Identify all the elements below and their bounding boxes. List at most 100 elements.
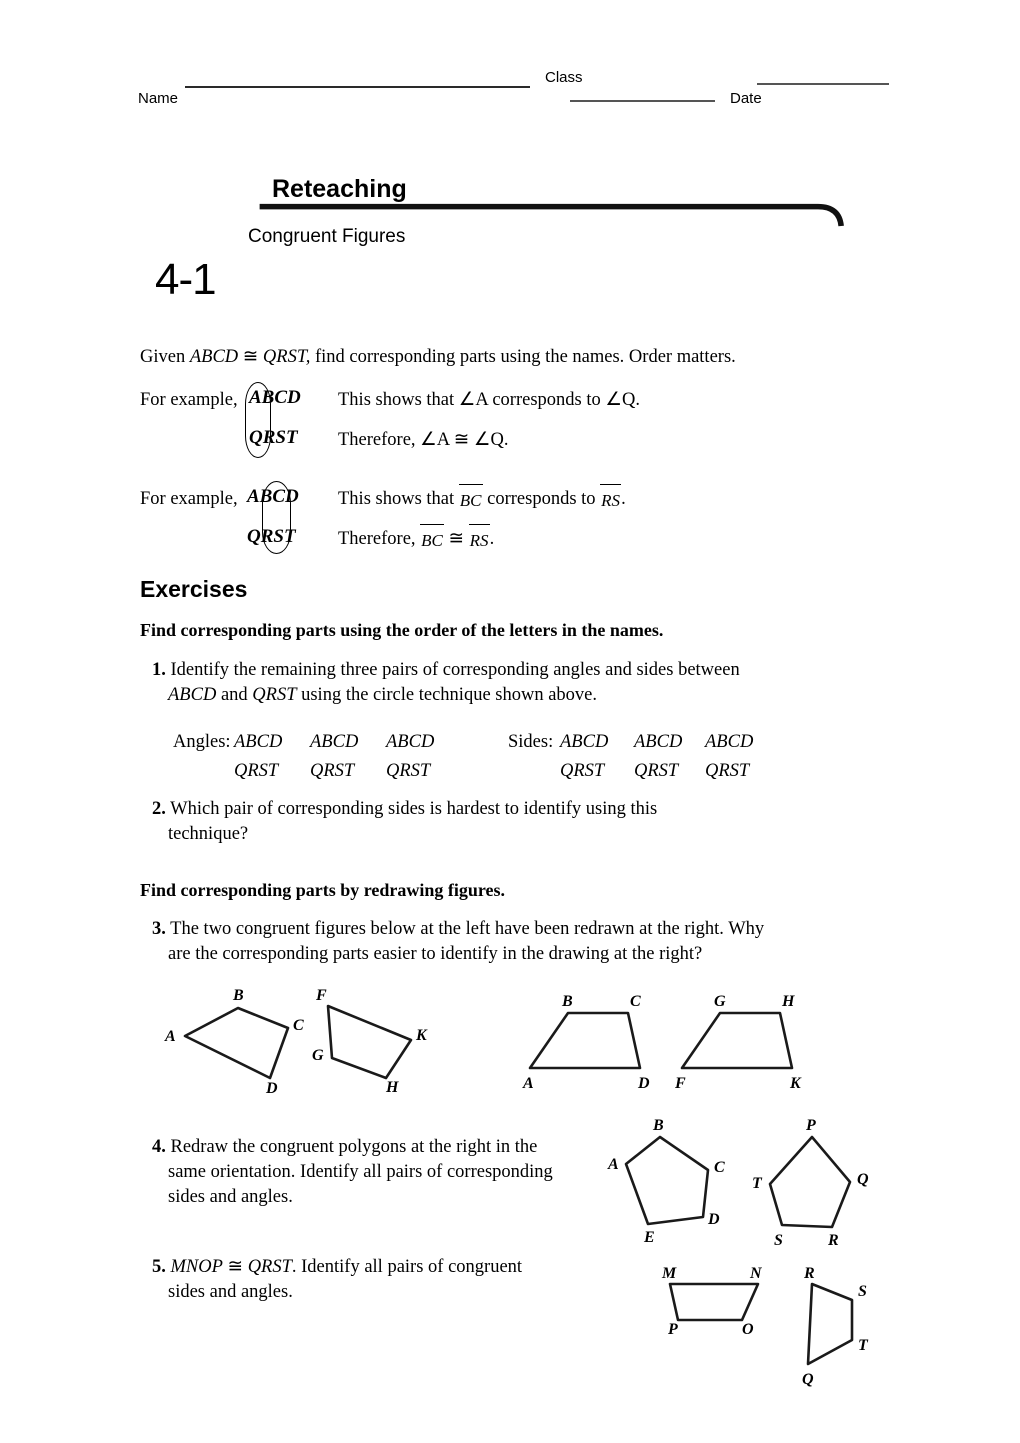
question-4: 4. Redraw the congruent polygons at the … — [152, 1135, 582, 1160]
ex2-therefore-pre: Therefore, — [338, 529, 421, 549]
question-5: 5. MNOP ≅ QRST. Identify all pairs of co… — [152, 1255, 582, 1280]
q4-line-1: Redraw the congruent polygons at the rig… — [170, 1137, 538, 1157]
angles-bottom-1[interactable]: QRST — [234, 759, 278, 784]
question-3-line-2: are the corresponding parts easier to id… — [168, 944, 703, 964]
question-1: 1. Identify the remaining three pairs of… — [152, 658, 852, 683]
vertex-label: D — [707, 1211, 720, 1228]
vertex-label: O — [742, 1321, 754, 1338]
q1-figure-2: QRST — [252, 685, 297, 705]
question-5-line-2: sides and angles. — [168, 1282, 293, 1302]
vertex-label: H — [781, 993, 795, 1010]
name-field-line[interactable] — [185, 86, 530, 88]
sides-bottom-2[interactable]: QRST — [634, 759, 678, 784]
angles-top-1[interactable]: ABCD — [234, 730, 282, 755]
angles-label: Angles: — [173, 732, 231, 752]
sides-top-1[interactable]: ABCD — [560, 730, 608, 755]
page-header: Name Class Date — [0, 0, 1020, 120]
q5-line-1-post: . Identify all pairs of congruent — [291, 1257, 523, 1277]
sides-top-3[interactable]: ABCD — [705, 730, 753, 755]
intro-pre: Given — [140, 347, 190, 367]
vertex-label: F — [315, 987, 327, 1004]
intro-post: find corresponding parts using the names… — [310, 347, 736, 367]
ex1-angle-1: ∠A — [458, 390, 488, 410]
vertex-label: R — [803, 1265, 815, 1282]
figure-q3-right-fghk: F G H K — [674, 993, 802, 1092]
question-2: 2. Which pair of corresponding sides is … — [152, 797, 852, 822]
vertex-label: R — [827, 1232, 839, 1249]
example2-circle-annotation — [262, 481, 291, 554]
vertex-label: C — [293, 1017, 304, 1034]
vertex-label: Q — [857, 1171, 869, 1188]
title-rule — [259, 203, 844, 227]
ex1-therefore-end: . — [503, 430, 509, 450]
example1-lead: For example, — [140, 390, 238, 410]
vertex-label: D — [265, 1080, 278, 1097]
exercises-heading: Exercises — [140, 576, 248, 602]
ex2-therefore-cong: ≅ — [443, 529, 469, 549]
figure-q4-pentagon-abcde: A B C D E — [607, 1117, 725, 1246]
q3-line-1: The two congruent figures below at the l… — [170, 919, 765, 939]
angles-top-3[interactable]: ABCD — [386, 730, 434, 755]
angles-bottom-3[interactable]: QRST — [386, 759, 430, 784]
sides-top-2[interactable]: ABCD — [634, 730, 682, 755]
direction-line-1: Find corresponding parts using the order… — [140, 620, 664, 640]
example1-circle-annotation — [245, 382, 271, 458]
vertex-label: T — [752, 1175, 763, 1192]
figure-q3-left-abcd: A B C D — [164, 987, 304, 1097]
ex2-therefore-segment-2: RS — [468, 524, 490, 553]
vertex-label: S — [858, 1283, 867, 1300]
vertex-label: F — [674, 1075, 686, 1092]
vertex-label: E — [643, 1229, 655, 1246]
date-field-line[interactable] — [757, 83, 889, 85]
ex1-therefore-angle-1: ∠A — [420, 430, 450, 450]
sides-bottom-3[interactable]: QRST — [705, 759, 749, 784]
vertex-label: G — [312, 1047, 324, 1064]
vertex-label: G — [714, 993, 726, 1010]
lesson-number: 4-1 — [155, 255, 217, 304]
q5-figure-1: MNOP — [170, 1257, 223, 1277]
direction-line-2: Find corresponding parts by redrawing fi… — [140, 880, 506, 900]
angles-bottom-2[interactable]: QRST — [310, 759, 354, 784]
ex1-shows-end: . — [635, 390, 640, 410]
vertex-label: B — [561, 993, 573, 1010]
page-subtitle: Congruent Figures — [248, 226, 406, 247]
ex1-angle-2: ∠Q — [605, 390, 636, 410]
sides-bottom-1[interactable]: QRST — [560, 759, 604, 784]
vertex-label: C — [630, 993, 641, 1010]
ex2-shows-end: . — [621, 489, 626, 509]
vertex-label: P — [667, 1321, 678, 1338]
vertex-label: K — [415, 1027, 428, 1044]
intro-figure-1: ABCD — [189, 347, 239, 367]
q1-figure-1: ABCD — [168, 685, 217, 705]
class-label: Class — [545, 69, 583, 86]
sides-label: Sides: — [508, 732, 554, 752]
question-2-line-2: technique? — [168, 824, 249, 844]
q5-cong: ≅ — [222, 1257, 248, 1277]
page-title: Reteaching — [272, 175, 407, 203]
ex2-segment-2: RS — [600, 484, 621, 513]
name-label: Name — [138, 90, 179, 107]
vertex-label: H — [385, 1079, 399, 1096]
vertex-label: M — [661, 1265, 677, 1282]
ex2-shows-pre: This shows that — [338, 489, 459, 509]
ex2-shows-mid: corresponds to — [482, 489, 601, 509]
class-field-line[interactable] — [570, 100, 715, 102]
example2-shows-line: This shows that BC corresponds to RS. — [338, 484, 626, 513]
figure-q3-left-fghk: F G H K — [312, 987, 428, 1096]
vertex-label: S — [774, 1232, 783, 1249]
angles-top-2[interactable]: ABCD — [310, 730, 358, 755]
question-1-line-2: ABCD and QRST using the circle technique… — [168, 683, 868, 708]
vertex-label: T — [858, 1337, 869, 1354]
vertex-label: K — [789, 1075, 802, 1092]
example2-lead: For example, — [140, 489, 238, 509]
q4-number: 4. — [152, 1137, 166, 1157]
vertex-label: C — [714, 1159, 725, 1176]
vertex-label: A — [522, 1075, 534, 1092]
vertex-label: B — [652, 1117, 664, 1134]
ex1-therefore-pre: Therefore, — [338, 430, 421, 450]
vertex-label: B — [232, 987, 244, 1004]
figure-q4-pentagon-pqrst: P Q R S T — [752, 1117, 869, 1249]
ex1-shows-pre: This shows that — [338, 390, 459, 410]
figure-q3-right-abcd: A B C D — [522, 993, 650, 1092]
question-4-line-3: sides and angles. — [168, 1187, 293, 1207]
